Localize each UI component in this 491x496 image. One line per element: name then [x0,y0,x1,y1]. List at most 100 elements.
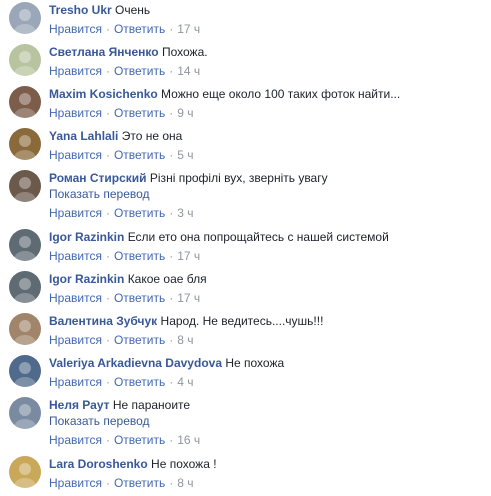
comment-body: Lara Doroshenko Не похожа ! Нравится · Отве… [49,456,489,491]
comment-actions: Нравится · Ответить · 8 ч [49,475,489,491]
avatar[interactable] [9,170,41,202]
like-link[interactable]: Нравится [49,291,102,305]
separator-dot: · [169,333,174,347]
separator-dot: · [105,64,110,78]
comment-actions: Нравится · Ответить · 14 ч [49,63,489,79]
like-link[interactable]: Нравится [49,333,102,347]
separator-dot: · [105,106,110,120]
comment-line: Роман Стирский Різні профілі вух, зверні… [49,170,489,186]
like-link[interactable]: Нравится [49,433,102,447]
comment-author[interactable]: Lara Doroshenko [49,457,148,471]
comment-line: Igor Razinkin Какое оае бля [49,271,489,287]
like-link[interactable]: Нравится [49,106,102,120]
separator-dot: · [169,291,174,305]
comment-timestamp[interactable]: 14 ч [177,64,200,78]
comment-timestamp[interactable]: 4 ч [177,375,193,389]
comment-body: Неля Раут Не параноите Показать перевод Нр… [49,397,489,448]
comment-line: Yana Lahlali Это не она [49,128,489,144]
comment-text: Это не она [121,129,183,143]
comment-author[interactable]: Валентина Зубчук [49,314,157,328]
comment-body: Valeriya Arkadievna Davydova Не похожа Нр… [49,355,489,390]
avatar[interactable] [9,128,41,160]
reply-link[interactable]: Ответить [114,333,165,347]
show-translation-link[interactable]: Показать перевод [49,186,489,202]
comment-text: Можно еще около 100 таких фоток найти... [161,87,401,101]
avatar[interactable] [9,397,41,429]
comment-author[interactable]: Igor Razinkin [49,230,124,244]
separator-dot: · [105,433,110,447]
comment-actions: Нравится · Ответить · 3 ч [49,205,489,221]
separator-dot: · [169,106,174,120]
comment-author[interactable]: Неля Раут [49,398,110,412]
avatar[interactable] [9,355,41,387]
comment-author[interactable]: Tresho Ukr [49,3,112,17]
reply-link[interactable]: Ответить [114,148,165,162]
comment-author[interactable]: Valeriya Arkadievna Davydova [49,356,222,370]
comment-timestamp[interactable]: 9 ч [177,106,193,120]
comment-author[interactable]: Светлана Янченко [49,45,159,59]
separator-dot: · [169,249,174,263]
separator-dot: · [169,148,174,162]
like-link[interactable]: Нравится [49,22,102,36]
reply-link[interactable]: Ответить [114,22,165,36]
comment-text: Різні профілі вух, зверніть увагу [149,171,328,185]
comment-timestamp[interactable]: 5 ч [177,148,193,162]
comment-line: Lara Doroshenko Не похожа ! [49,456,489,472]
avatar[interactable] [9,86,41,118]
like-link[interactable]: Нравится [49,476,102,490]
comment-timestamp[interactable]: 17 ч [177,249,200,263]
like-link[interactable]: Нравится [49,375,102,389]
comment-timestamp[interactable]: 17 ч [177,22,200,36]
comment-timestamp[interactable]: 3 ч [177,206,193,220]
avatar[interactable] [9,456,41,488]
comment-line: Valeriya Arkadievna Davydova Не похожа [49,355,489,371]
comment-body: Igor Razinkin Какое оае бля Нравится · Отве… [49,271,489,306]
separator-dot: · [105,148,110,162]
avatar[interactable] [9,313,41,345]
comment-author[interactable]: Igor Razinkin [49,272,124,286]
comment-author[interactable]: Роман Стирский [49,171,147,185]
comment-line: Tresho Ukr Очень [49,2,489,18]
reply-link[interactable]: Ответить [114,433,165,447]
comment-text: Не параноите [112,398,191,412]
avatar[interactable] [9,44,41,76]
reply-link[interactable]: Ответить [114,206,165,220]
like-link[interactable]: Нравится [49,148,102,162]
comment-body: Igor Razinkin Если ето она попрощайтесь … [49,229,489,264]
comment-timestamp[interactable]: 16 ч [177,433,200,447]
separator-dot: · [169,375,174,389]
comment-actions: Нравится · Ответить · 17 ч [49,248,489,264]
reply-link[interactable]: Ответить [114,291,165,305]
comment-timestamp[interactable]: 17 ч [177,291,200,305]
comment-author[interactable]: Yana Lahlali [49,129,118,143]
reply-link[interactable]: Ответить [114,249,165,263]
avatar[interactable] [9,229,41,261]
separator-dot: · [169,206,174,220]
comment-body: Роман Стирский Різні профілі вух, зверні… [49,170,489,221]
avatar[interactable] [9,2,41,34]
reply-link[interactable]: Ответить [114,375,165,389]
comment-timestamp[interactable]: 8 ч [177,333,193,347]
reply-link[interactable]: Ответить [114,64,165,78]
comment-timestamp[interactable]: 8 ч [177,476,193,490]
show-translation-link[interactable]: Показать перевод [49,413,489,429]
like-link[interactable]: Нравится [49,206,102,220]
reply-link[interactable]: Ответить [114,476,165,490]
comment-line: Maxim Kosichenko Можно еще около 100 так… [49,86,489,102]
avatar[interactable] [9,271,41,303]
separator-dot: · [169,433,174,447]
comment-text: Не похожа [225,356,285,370]
like-link[interactable]: Нравится [49,64,102,78]
separator-dot: · [105,206,110,220]
reply-link[interactable]: Ответить [114,106,165,120]
comment-text: Похожа. [161,45,208,59]
comment-body: Tresho Ukr Очень Нравится · Ответить · 17 ч [49,2,489,37]
like-link[interactable]: Нравится [49,249,102,263]
comment-body: Валентина Зубчук Народ. Не ведитесь....ч… [49,313,489,348]
comment-text: Какое оае бля [127,272,207,286]
comment-text: Если ето она попрощайтесь с нашей систем… [127,230,389,244]
comment-actions: Нравится · Ответить · 9 ч [49,105,489,121]
comment-author[interactable]: Maxim Kosichenko [49,87,158,101]
comment-actions: Нравится · Ответить · 16 ч [49,432,489,448]
comment-line: Светлана Янченко Похожа. [49,44,489,60]
